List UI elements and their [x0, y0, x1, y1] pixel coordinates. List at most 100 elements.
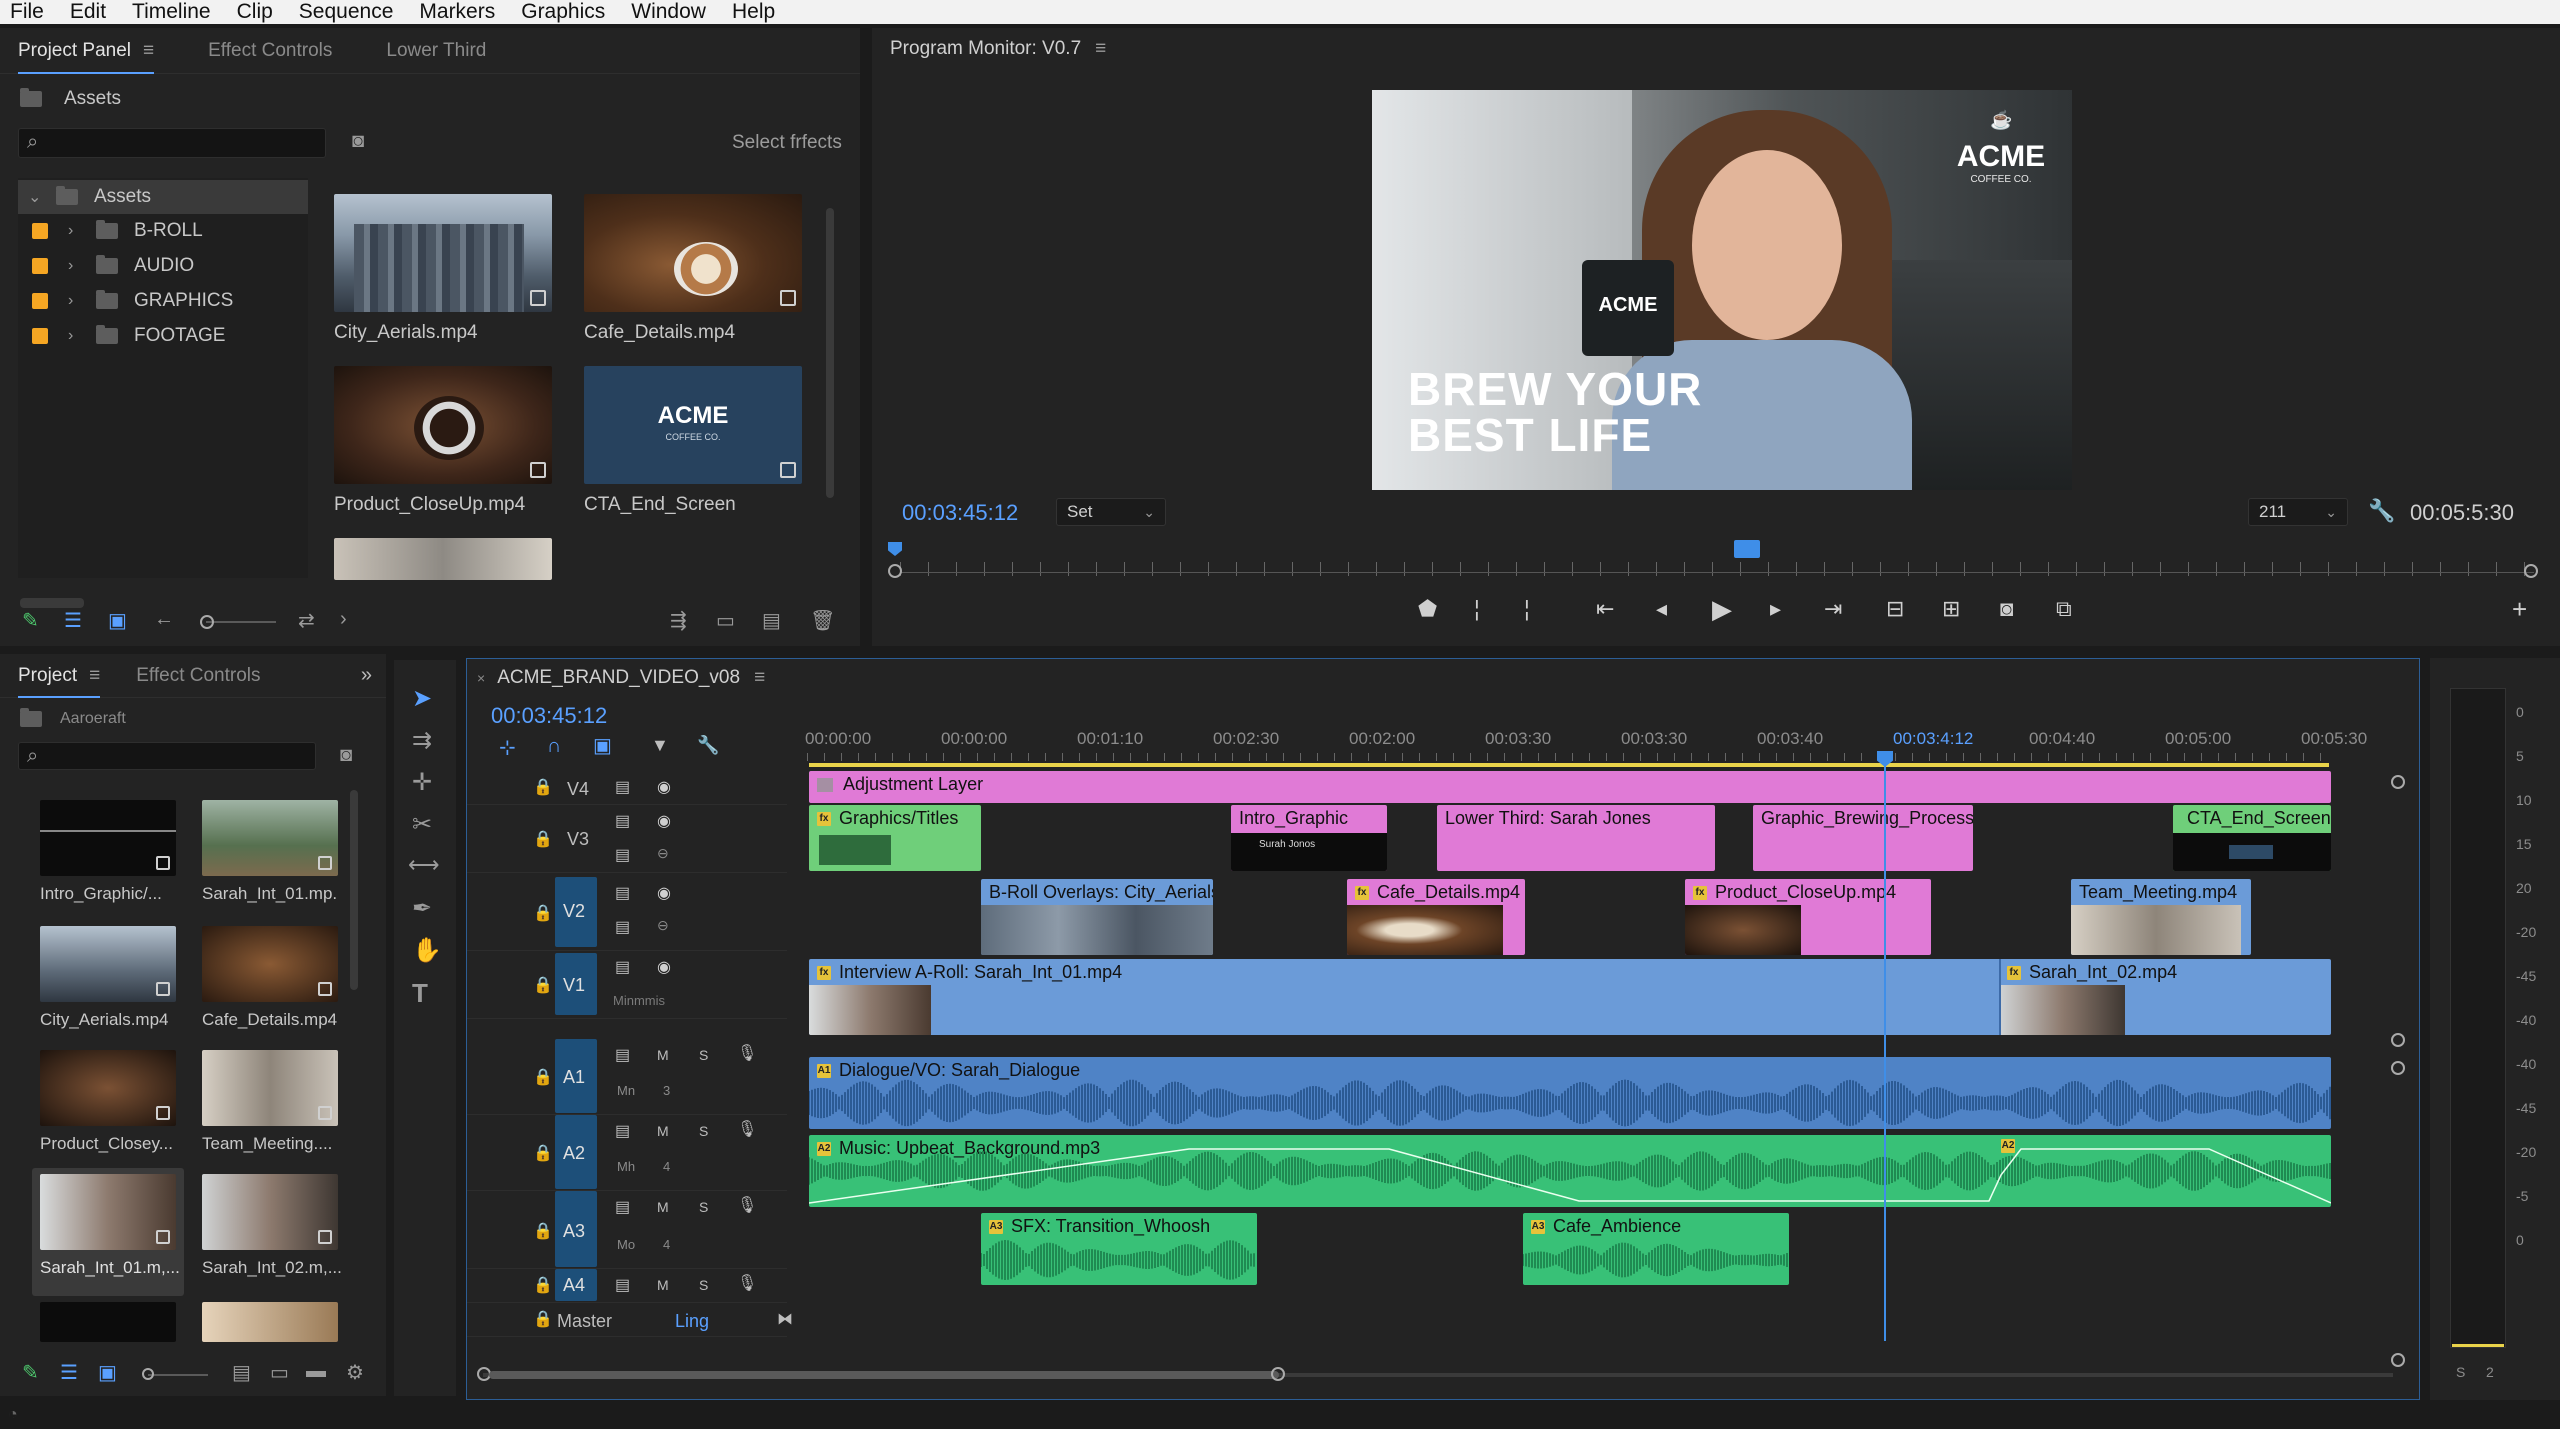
extract-icon[interactable]: ⊞ — [1942, 596, 1960, 622]
eye-icon[interactable]: ◉ — [657, 957, 671, 977]
tree-item-footage[interactable]: › FOOTAGE — [18, 319, 308, 353]
lock-icon[interactable]: 🔒 — [533, 903, 553, 923]
thumb-partial-2[interactable] — [202, 1302, 338, 1342]
write-icon[interactable]: ✎ — [22, 1360, 39, 1385]
wrench-icon[interactable]: 🔧 — [2368, 498, 2395, 524]
status-icon[interactable]: ◔ — [8, 1406, 18, 1424]
mic-icon[interactable]: 🎙 — [737, 1273, 757, 1293]
panel-menu-icon[interactable]: ≡ — [754, 667, 765, 689]
tab-project[interactable]: Project ≡ — [18, 654, 101, 698]
sync-icon[interactable]: ⊖ — [657, 917, 669, 934]
camera-icon[interactable]: ◙ — [352, 130, 364, 153]
thumb-partial-1[interactable] — [40, 1302, 176, 1342]
wrench-icon[interactable]: 🔧 — [697, 735, 719, 756]
vertical-zoom-knob[interactable] — [2391, 1353, 2405, 1367]
thumb-cafe-details[interactable] — [584, 194, 802, 312]
eye-icon[interactable]: ◉ — [657, 777, 671, 797]
magnet-icon[interactable]: ∩ — [547, 735, 561, 758]
mark-out-icon[interactable]: ¦ — [1524, 596, 1530, 622]
search-input-2[interactable]: ⌕ — [18, 742, 316, 770]
playhead-line[interactable] — [1884, 751, 1886, 1341]
toggle-output-icon[interactable]: ▤ — [615, 811, 630, 831]
clip-cafe-ambience[interactable]: A3 Cafe_Ambience — [1523, 1213, 1789, 1285]
eye-icon[interactable]: ◉ — [657, 811, 671, 831]
menu-markers[interactable]: Markers — [419, 0, 495, 24]
thumb-cta-end-screen[interactable]: ACME COFFEE CO. — [584, 366, 802, 484]
scroll-thumb[interactable] — [489, 1371, 1279, 1379]
toggle-output-icon[interactable]: ▤ — [615, 883, 630, 903]
vertical-zoom-knob[interactable] — [2391, 775, 2405, 789]
ripple-edit-icon[interactable]: ✛ — [412, 768, 432, 797]
tree-item-graphics[interactable]: › GRAPHICS — [18, 284, 308, 318]
menu-help[interactable]: Help — [732, 0, 775, 24]
lock-icon[interactable]: 🔒 — [533, 1309, 553, 1329]
toggle-output-icon[interactable]: ▤ — [615, 777, 630, 797]
toggle-output-icon[interactable]: ▤ — [615, 1275, 630, 1295]
mic-icon[interactable]: 🎙 — [737, 1119, 757, 1139]
zoom-slider[interactable] — [200, 615, 276, 629]
sequence-name[interactable]: ACME_BRAND_VIDEO_v08 — [497, 667, 740, 689]
menu-file[interactable]: File — [10, 0, 44, 24]
new-item-icon[interactable]: ▤ — [762, 608, 781, 633]
thumb-sarah-int-01[interactable] — [202, 800, 338, 876]
work-area-marker[interactable] — [1734, 540, 1760, 558]
icon-view-icon[interactable]: ▣ — [108, 608, 127, 633]
fit-dropdown[interactable]: Set ⌄ — [1056, 498, 1166, 526]
slider-knob[interactable] — [142, 1368, 154, 1380]
selection-tool-icon[interactable]: ➤ — [412, 684, 432, 713]
program-timecode[interactable]: 00:03:45:12 — [902, 500, 1018, 526]
eye-icon[interactable]: ◉ — [657, 883, 671, 903]
clip-lower-third[interactable]: Lower Third: Sarah Jones — [1437, 805, 1715, 871]
settings-icon[interactable]: ⚙ — [346, 1360, 364, 1385]
panel-menu-icon[interactable]: ≡ — [143, 40, 154, 61]
clip-music-upbeat[interactable]: A2 Music: Upbeat_Background.mp3 A2 — [809, 1135, 2331, 1207]
snap-icon[interactable]: ⊹ — [499, 735, 516, 760]
clip-broll-city-aerials[interactable]: B-Roll Overlays: City_Aerials.mp4 — [981, 879, 1213, 955]
clip-interview-aroll[interactable]: fx Interview A-Roll: Sarah_Int_01.mp4 fx S… — [809, 959, 2331, 1035]
panel-menu-icon[interactable]: ≡ — [1095, 38, 1106, 60]
thumb-scrollbar-2[interactable] — [350, 790, 358, 990]
trash-icon[interactable]: 🗑 — [810, 608, 835, 633]
thumb-team-partial[interactable] — [334, 538, 552, 580]
sort-icon[interactable]: ⇄ — [298, 608, 315, 633]
pen-tool-icon[interactable]: ✒ — [412, 894, 432, 923]
icon-view-icon[interactable]: ▣ — [98, 1360, 117, 1385]
track-select-icon[interactable]: ⇉ — [412, 726, 432, 755]
go-to-in-icon[interactable]: ⇤ — [1596, 596, 1614, 622]
lock-icon[interactable]: 🔒 — [533, 1143, 553, 1163]
add-marker-icon[interactable]: ⬟ — [1418, 596, 1437, 622]
clip-adjustment-layer[interactable]: Adjustment Layer — [809, 771, 2331, 803]
menu-timeline[interactable]: Timeline — [132, 0, 211, 24]
timeline-timecode[interactable]: 00:03:45:12 — [491, 703, 607, 729]
tab-effect-controls[interactable]: Effect Controls — [208, 28, 332, 74]
folder-icon[interactable]: ▬ — [306, 1360, 326, 1383]
thumb-sarah-int-02[interactable] — [202, 1174, 338, 1250]
menu-sequence[interactable]: Sequence — [299, 0, 394, 24]
mute-button[interactable]: M — [657, 1047, 669, 1063]
hand-tool-icon[interactable]: ✋ — [412, 936, 442, 965]
toggle-output-icon[interactable]: ▤ — [615, 1121, 630, 1141]
linked-selection-icon[interactable]: ▣ — [593, 733, 612, 758]
thumb-team-meeting[interactable] — [202, 1050, 338, 1126]
tree-item-audio[interactable]: › AUDIO — [18, 249, 308, 283]
new-bin-icon[interactable]: ▭ — [270, 1360, 289, 1385]
lock-icon[interactable]: 🔒 — [533, 829, 553, 849]
solo-button[interactable]: S — [699, 1047, 708, 1063]
mute-button[interactable]: M — [657, 1199, 669, 1215]
search-input[interactable]: ⌕ — [18, 128, 326, 158]
bowtie-icon[interactable]: ⧓ — [777, 1309, 793, 1329]
back-arrow-icon[interactable]: ← — [154, 608, 174, 631]
mute-button[interactable]: M — [657, 1277, 669, 1293]
automate-icon[interactable]: ⇶ — [670, 608, 687, 633]
thumb-city-aerials-2[interactable] — [40, 926, 176, 1002]
clip-team-meeting[interactable]: Team_Meeting.mp4 — [2071, 879, 2251, 955]
thumb-scrollbar[interactable] — [826, 208, 834, 498]
menu-edit[interactable]: Edit — [70, 0, 106, 24]
menu-graphics[interactable]: Graphics — [521, 0, 605, 24]
thumb-product-closeup[interactable] — [334, 366, 552, 484]
clip-cta-end-screen[interactable]: CTA_End_Screen — [2173, 805, 2331, 871]
thumb-product-closeup-2[interactable] — [40, 1050, 176, 1126]
slip-tool-icon[interactable]: ⟷ — [408, 852, 440, 878]
playhead-marker[interactable] — [888, 542, 902, 556]
type-tool-icon[interactable]: T — [412, 978, 428, 1009]
